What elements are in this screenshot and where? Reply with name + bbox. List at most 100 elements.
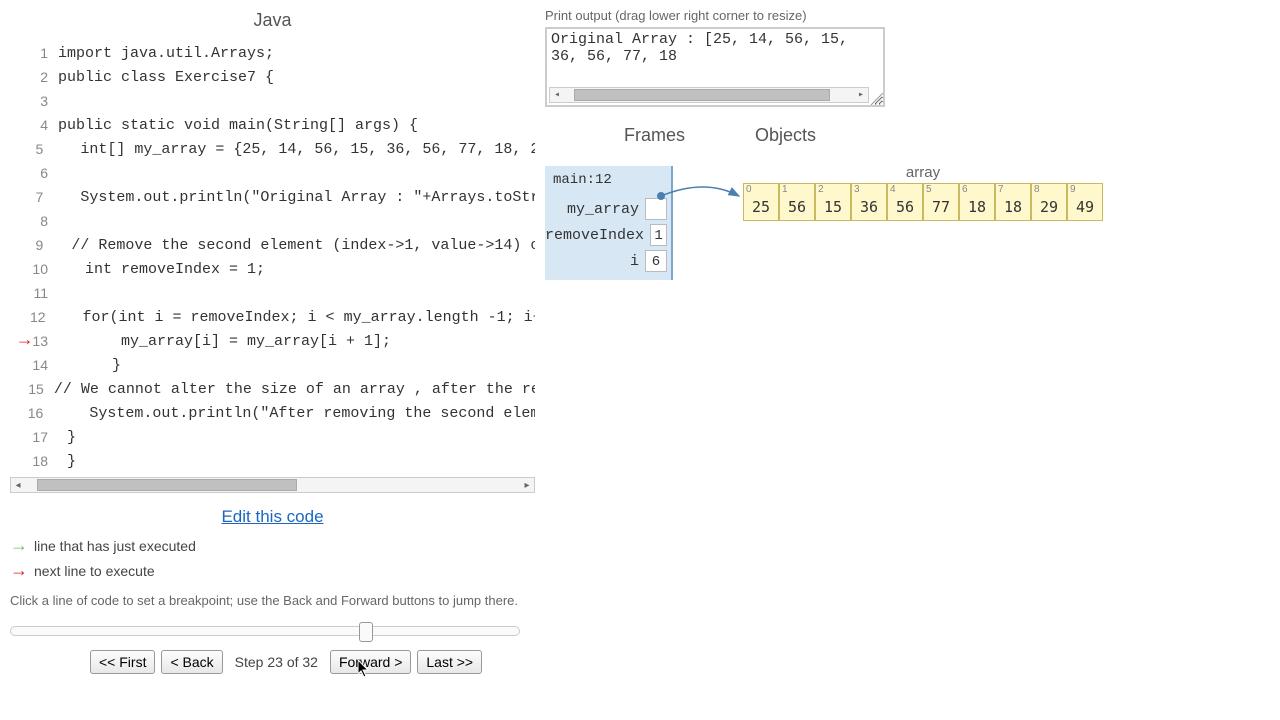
array-index: 9	[1070, 184, 1076, 195]
array-cell: 718	[995, 183, 1031, 221]
last-button[interactable]: Last >>	[417, 650, 482, 674]
code-line[interactable]: 10 int removeIndex = 1;	[10, 257, 535, 281]
code-line[interactable]: 18 }	[10, 449, 535, 473]
array-cell: 577	[923, 183, 959, 221]
array-cell: 025	[743, 183, 779, 221]
line-number: 17	[30, 429, 58, 445]
step-slider-thumb[interactable]	[359, 622, 373, 642]
step-controls: << First < Back Step 23 of 32 Forward > …	[90, 650, 535, 674]
frames-header: Frames	[545, 125, 725, 146]
legend-next-text: next line to execute	[34, 563, 155, 579]
array-index: 5	[926, 184, 932, 195]
resize-handle-icon[interactable]	[871, 93, 883, 105]
line-number: 11	[30, 285, 58, 301]
stack-frame: main:12 my_arrayremoveIndex1i6	[545, 166, 673, 280]
code-text: }	[58, 429, 76, 446]
line-number: 15	[28, 381, 54, 397]
array-object: 0251562 1 5 336456577618718829949	[743, 183, 1103, 221]
code-text: int removeIndex = 1;	[58, 261, 265, 278]
array-cell: 336	[851, 183, 887, 221]
code-line[interactable]: 8	[10, 209, 535, 233]
array-index: 3	[854, 184, 860, 195]
code-text: // Remove the second element (index->1, …	[53, 237, 535, 254]
code-line[interactable]: 1import java.util.Arrays;	[10, 41, 535, 65]
frame-variable-row: removeIndex1	[545, 222, 671, 248]
code-text: public static void main(String[] args) {	[58, 117, 418, 134]
array-index: 1	[782, 184, 788, 195]
line-number: 8	[30, 213, 58, 229]
step-counter: Step 23 of 32	[235, 654, 318, 670]
code-line[interactable]: 4public static void main(String[] args) …	[10, 113, 535, 137]
code-line[interactable]: 2public class Exercise7 {	[10, 65, 535, 89]
code-text: for(int i = removeIndex; i < my_array.le…	[56, 309, 535, 326]
output-label: Print output (drag lower right corner to…	[545, 8, 1270, 23]
cursor-icon	[358, 660, 374, 685]
code-line[interactable]: 9 // Remove the second element (index->1…	[10, 233, 535, 257]
frame-variable-row: i6	[545, 248, 671, 274]
line-number: 12	[29, 309, 56, 325]
code-line[interactable]: 6	[10, 161, 535, 185]
step-slider[interactable]	[10, 626, 520, 636]
array-cell: 829	[1031, 183, 1067, 221]
array-cell: 618	[959, 183, 995, 221]
line-number: 10	[30, 261, 58, 277]
frame-variable-name: removeIndex	[545, 227, 650, 244]
code-text: import java.util.Arrays;	[58, 45, 274, 62]
first-button[interactable]: << First	[90, 650, 155, 674]
gutter-arrow: →	[10, 331, 30, 351]
edit-code-link[interactable]: Edit this code	[10, 507, 535, 527]
code-line[interactable]: 14 }	[10, 353, 535, 377]
code-horizontal-scrollbar[interactable]: ◂ ▸	[10, 477, 535, 493]
code-line[interactable]: 16 System.out.println("After removing th…	[10, 401, 535, 425]
frame-variable-value: 6	[645, 250, 667, 272]
array-index: 2	[818, 184, 824, 195]
legend-executed-text: line that has just executed	[34, 538, 196, 554]
code-line[interactable]: 15// We cannot alter the size of an arra…	[10, 377, 535, 401]
frame-variable-name: i	[630, 253, 645, 270]
legend-next: → next line to execute	[10, 560, 535, 581]
code-line[interactable]: →13 my_array[i] = my_array[i + 1];	[10, 329, 535, 353]
code-line[interactable]: 11	[10, 281, 535, 305]
scroll-right-icon[interactable]: ▸	[854, 89, 868, 101]
line-number: 2	[30, 69, 58, 85]
array-cell: 456	[887, 183, 923, 221]
code-editor[interactable]: 1import java.util.Arrays;2public class E…	[10, 41, 535, 473]
code-line[interactable]: 17 }	[10, 425, 535, 449]
array-cell: 949	[1067, 183, 1103, 221]
output-horizontal-scrollbar[interactable]: ◂ ▸	[549, 87, 869, 103]
code-line[interactable]: 7 System.out.println("Original Array : "…	[10, 185, 535, 209]
output-box[interactable]: Original Array : [25, 14, 56, 15, 36, 56…	[545, 27, 885, 107]
code-line[interactable]: 3	[10, 89, 535, 113]
line-number: 9	[28, 237, 54, 253]
line-number: 18	[30, 453, 58, 469]
array-index: 6	[962, 184, 968, 195]
code-text: int[] my_array = {25, 14, 56, 15, 36, 56…	[53, 141, 535, 158]
objects-header: Objects	[725, 125, 1270, 146]
line-number: 14	[30, 357, 58, 373]
line-number: 13	[30, 333, 58, 349]
line-number: 3	[30, 93, 58, 109]
array-index: 8	[1034, 184, 1040, 195]
scroll-left-icon[interactable]: ◂	[550, 89, 564, 101]
code-text: System.out.println("After removing the s…	[53, 405, 535, 422]
array-cell: 156	[779, 183, 815, 221]
language-label: Java	[10, 10, 535, 31]
frame-variable-value	[645, 198, 667, 220]
scroll-thumb[interactable]	[37, 479, 297, 491]
code-line[interactable]: 12 for(int i = removeIndex; i < my_array…	[10, 305, 535, 329]
breakpoint-hint: Click a line of code to set a breakpoint…	[10, 593, 535, 608]
line-number: 7	[28, 189, 54, 205]
legend-executed: → line that has just executed	[10, 535, 535, 556]
code-text: }	[58, 453, 76, 470]
line-number: 4	[30, 117, 58, 133]
code-text: System.out.println("Original Array : "+A…	[53, 189, 535, 206]
back-button[interactable]: < Back	[161, 650, 222, 674]
output-text: Original Array : [25, 14, 56, 15, 36, 56…	[551, 31, 848, 65]
scroll-right-icon[interactable]: ▸	[520, 480, 534, 491]
scroll-thumb[interactable]	[574, 89, 830, 101]
arrow-next-icon: →	[10, 560, 28, 581]
scroll-left-icon[interactable]: ◂	[11, 480, 25, 491]
code-line[interactable]: 5 int[] my_array = {25, 14, 56, 15, 36, …	[10, 137, 535, 161]
line-number: 5	[28, 141, 54, 157]
heap-area: array 025156215336456577618718829949	[673, 146, 1103, 280]
